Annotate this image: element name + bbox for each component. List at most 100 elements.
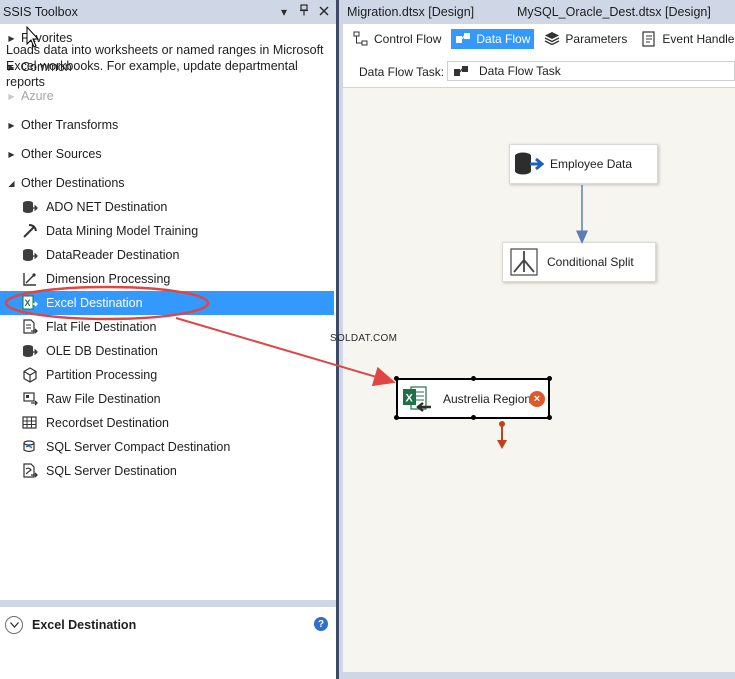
resize-handle-top[interactable] — [471, 376, 476, 381]
pin-icon[interactable] — [298, 4, 310, 19]
node-label: Austrelia Region — [443, 391, 532, 406]
resize-handle-bottom-right[interactable] — [547, 415, 552, 420]
partition-processing-icon — [22, 367, 38, 383]
tab-parameters[interactable]: Parameters — [540, 29, 631, 49]
raw-file-destination-icon — [22, 391, 38, 407]
item-label: SQL Server Compact Destination — [46, 440, 231, 454]
error-icon[interactable]: × — [529, 391, 545, 407]
data-mining-icon — [22, 223, 38, 239]
item-label: Dimension Processing — [46, 272, 171, 286]
resize-handle-bottom[interactable] — [471, 415, 476, 420]
package-designer: Migration.dtsx [Design] MySQL_Oracle_Des… — [343, 0, 735, 679]
toolbox-item-datareader-destination[interactable]: DataReader Destination — [0, 243, 334, 267]
resize-handle-top-left[interactable] — [394, 376, 399, 381]
description-header: Excel Destination ? — [0, 615, 336, 635]
tab-data-flow[interactable]: Data Flow — [451, 29, 535, 49]
tab-label: Control Flow — [374, 32, 442, 46]
group-label: Other Sources — [21, 147, 102, 161]
tab-label: Event Handlers — [662, 32, 735, 46]
svg-text:X: X — [25, 298, 31, 308]
recordset-destination-icon — [22, 415, 38, 431]
tab-label: Data Flow — [476, 32, 531, 46]
collapsed-arrow-icon: ▶ — [8, 149, 15, 159]
data-flow-task-icon — [453, 63, 469, 79]
item-label: Recordset Destination — [46, 416, 169, 430]
resize-handle-bottom-left[interactable] — [394, 415, 399, 420]
data-flow-task-select[interactable]: Data Flow Task — [447, 61, 735, 81]
ole-db-destination-icon — [22, 343, 38, 359]
close-icon[interactable] — [318, 5, 330, 19]
designer-tab-bar: Control Flow Data Flow Parameters Event … — [343, 24, 735, 54]
toolbox-header: SSIS Toolbox ▾ — [0, 0, 336, 24]
collapse-chevron-icon[interactable] — [5, 616, 23, 634]
dropdown-icon[interactable]: ▾ — [278, 5, 290, 19]
event-handlers-icon — [641, 31, 657, 47]
item-label: Flat File Destination — [46, 320, 157, 334]
excel-destination-icon: X — [22, 295, 38, 311]
item-label: Raw File Destination — [46, 392, 161, 406]
item-label: Excel Destination — [46, 296, 143, 310]
help-icon[interactable]: ? — [314, 617, 328, 631]
sql-compact-destination-icon — [22, 439, 38, 455]
database-source-icon — [514, 149, 544, 179]
toolbox-item-sql-server-destination[interactable]: SQL Server Destination — [0, 459, 334, 483]
toolbox-item-excel-destination[interactable]: X Excel Destination — [0, 291, 334, 315]
data-flow-task-bar: Data Flow Task: Data Flow Task — [343, 54, 735, 88]
item-label: Partition Processing — [46, 368, 158, 382]
svg-text:X: X — [406, 392, 414, 404]
conditional-split-icon — [509, 247, 539, 277]
horizontal-scrollbar[interactable] — [343, 672, 735, 679]
parameters-icon — [544, 31, 560, 47]
toolbox-item-dimension-processing[interactable]: Dimension Processing — [0, 267, 334, 291]
description-text: Loads data into worksheets or named rang… — [6, 43, 324, 89]
group-label: Azure — [21, 89, 54, 103]
node-employee-data[interactable]: Employee Data — [509, 144, 658, 184]
toolbox-group-other-sources[interactable]: ▶ Other Sources — [0, 142, 334, 166]
toolbox-item-ole-db-destination[interactable]: OLE DB Destination — [0, 339, 334, 363]
toolbox-item-flat-file-destination[interactable]: Flat File Destination — [0, 315, 334, 339]
toolbox-item-sql-server-compact-destination[interactable]: SQL Server Compact Destination — [0, 435, 334, 459]
ssis-toolbox-panel: SSIS Toolbox ▾ ▶ Favorites ▶ Common ▶ Az… — [0, 0, 336, 679]
toolbox-item-recordset-destination[interactable]: Recordset Destination — [0, 411, 334, 435]
data-flow-canvas[interactable]: Employee Data Conditional Split X Austre… — [343, 88, 735, 672]
ado-net-destination-icon — [22, 199, 38, 215]
sql-server-destination-icon — [22, 463, 38, 479]
toolbox-item-raw-file-destination[interactable]: Raw File Destination — [0, 387, 334, 411]
item-label: SQL Server Destination — [46, 464, 177, 478]
collapsed-arrow-icon: ▶ — [8, 120, 15, 130]
toolbox-item-data-mining-model-training[interactable]: Data Mining Model Training — [0, 219, 334, 243]
tab-event-handlers[interactable]: Event Handlers — [637, 29, 735, 49]
group-label: Other Transforms — [21, 118, 119, 132]
item-label: OLE DB Destination — [46, 344, 158, 358]
toolbox-group-other-transforms[interactable]: ▶ Other Transforms — [0, 113, 334, 137]
toolbox-title: SSIS Toolbox — [3, 5, 78, 19]
task-label: Data Flow Task: — [359, 65, 445, 79]
item-label: DataReader Destination — [46, 248, 180, 262]
datareader-destination-icon — [22, 247, 38, 263]
node-label: Conditional Split — [547, 255, 634, 269]
document-tab-strip: Migration.dtsx [Design] MySQL_Oracle_Des… — [343, 0, 735, 24]
tab-control-flow[interactable]: Control Flow — [349, 29, 445, 49]
toolbox-item-partition-processing[interactable]: Partition Processing — [0, 363, 334, 387]
task-select-value: Data Flow Task — [479, 64, 561, 78]
resize-handle-top-right[interactable] — [547, 376, 552, 381]
watermark: SOLDAT.COM — [330, 333, 398, 344]
tab-label: Parameters — [565, 32, 628, 46]
description-panel: Excel Destination ? — [0, 600, 336, 679]
description-title: Excel Destination — [32, 618, 137, 632]
toolbox-item-ado-net-destination[interactable]: ADO NET Destination — [0, 195, 334, 219]
item-label: ADO NET Destination — [46, 200, 168, 214]
node-label: Employee Data — [550, 157, 633, 171]
doc-tab-mysql-oracle-dest[interactable]: MySQL_Oracle_Dest.dtsx [Design] — [517, 5, 711, 19]
node-conditional-split[interactable]: Conditional Split — [502, 242, 656, 282]
node-austrelia-region[interactable]: X Austrelia Region × — [396, 378, 550, 419]
flat-file-destination-icon — [22, 319, 38, 335]
excel-destination-icon: X — [402, 384, 432, 414]
item-label: Data Mining Model Training — [46, 224, 199, 238]
toolbox-group-other-destinations[interactable]: ◢ Other Destinations — [0, 171, 334, 195]
data-flow-icon — [455, 31, 471, 47]
expanded-arrow-icon: ◢ — [8, 178, 15, 188]
control-flow-icon — [353, 31, 369, 47]
collapsed-arrow-icon: ▶ — [8, 91, 15, 101]
doc-tab-migration[interactable]: Migration.dtsx [Design] — [347, 5, 474, 19]
